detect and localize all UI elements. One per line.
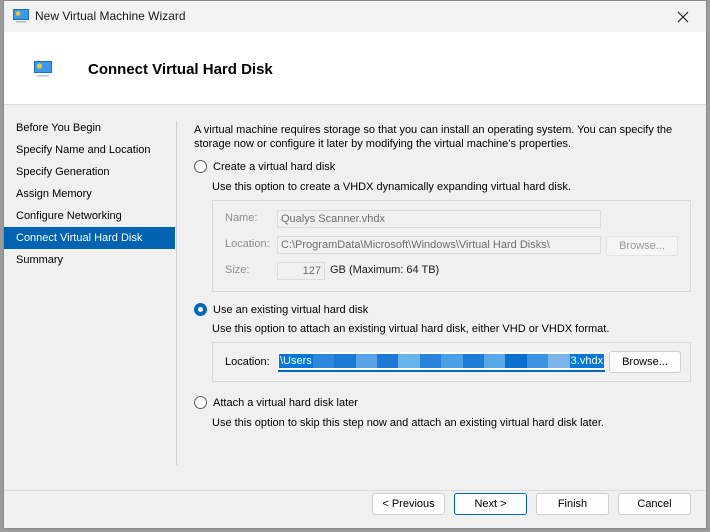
nav-item-configure-networking[interactable]: Configure Networking — [4, 205, 175, 227]
next-button[interactable]: Next > — [454, 493, 527, 515]
attach-later-description: Use this option to skip this step now an… — [212, 417, 604, 429]
finish-button[interactable]: Finish — [536, 493, 609, 515]
existing-vhd-label: Use an existing virtual hard disk — [213, 303, 369, 316]
previous-button[interactable]: < Previous — [372, 493, 445, 515]
nav-item-connect-virtual-hard-disk[interactable]: Connect Virtual Hard Disk — [4, 227, 175, 249]
wizard-steps-nav: Before You Begin Specify Name and Locati… — [4, 117, 175, 271]
close-button[interactable] — [660, 1, 706, 32]
size-label: Size: — [225, 264, 250, 276]
nav-divider — [176, 121, 177, 465]
attach-later-label: Attach a virtual hard disk later — [213, 396, 358, 409]
location-text-selection: \Users 3.vhdx — [279, 354, 604, 368]
page-title: Connect Virtual Hard Disk — [88, 61, 273, 78]
intro-line-1: A virtual machine requires storage so th… — [194, 124, 673, 136]
nav-item-before-you-begin[interactable]: Before You Begin — [4, 117, 175, 139]
location-suffix: 3.vhdx — [570, 355, 604, 367]
create-vhd-group: Name: Qualys Scanner.vhdx Location: C:\P… — [212, 200, 691, 292]
close-icon — [677, 11, 689, 22]
existing-vhd-description: Use this option to attach an existing vi… — [212, 323, 610, 335]
size-unit-label: GB (Maximum: 64 TB) — [330, 264, 440, 276]
content-panel: A virtual machine requires storage so th… — [194, 123, 699, 151]
virtual-machine-icon — [13, 9, 29, 23]
page-header: Connect Virtual Hard Disk — [4, 32, 706, 105]
create-vhd-label: Create a virtual hard disk — [213, 160, 336, 173]
attach-later-radio-option[interactable]: Attach a virtual hard disk later — [194, 396, 358, 409]
nav-item-assign-memory[interactable]: Assign Memory — [4, 183, 175, 205]
nav-item-specify-name-and-location[interactable]: Specify Name and Location — [4, 139, 175, 161]
existing-location-label: Location: — [225, 356, 270, 368]
create-vhd-radio-option[interactable]: Create a virtual hard disk — [194, 160, 335, 173]
create-vhd-radio[interactable] — [194, 160, 207, 173]
name-field[interactable]: Qualys Scanner.vhdx — [277, 210, 601, 228]
nav-item-specify-generation[interactable]: Specify Generation — [4, 161, 175, 183]
cancel-button[interactable]: Cancel — [618, 493, 691, 515]
virtual-machine-icon — [34, 61, 52, 77]
size-field[interactable]: 127 — [277, 262, 325, 280]
existing-vhd-radio-option[interactable]: Use an existing virtual hard disk — [194, 303, 368, 316]
intro-line-2: storage now or configure it later by mod… — [194, 138, 572, 150]
browse-button[interactable]: Browse... — [609, 351, 681, 373]
wizard-window: New Virtual Machine Wizard Connect Virtu… — [3, 0, 707, 529]
existing-vhd-radio[interactable] — [194, 303, 207, 316]
location-field[interactable]: C:\ProgramData\Microsoft\Windows\Virtual… — [277, 236, 601, 254]
location-label: Location: — [225, 238, 270, 250]
window-title: New Virtual Machine Wizard — [35, 9, 186, 23]
footer-divider — [4, 490, 706, 491]
existing-vhd-group: Location: \Users 3.vhdx Browse... — [212, 342, 691, 382]
location-prefix: \Users — [280, 355, 312, 367]
intro-text: A virtual machine requires storage so th… — [194, 123, 699, 151]
create-vhd-description: Use this option to create a VHDX dynamic… — [212, 181, 571, 193]
attach-later-radio[interactable] — [194, 396, 207, 409]
nav-item-summary[interactable]: Summary — [4, 249, 175, 271]
title-bar: New Virtual Machine Wizard — [4, 1, 706, 32]
browse-button-disabled[interactable]: Browse... — [606, 236, 678, 256]
existing-location-input[interactable]: \Users 3.vhdx — [278, 352, 605, 372]
name-label: Name: — [225, 212, 258, 224]
